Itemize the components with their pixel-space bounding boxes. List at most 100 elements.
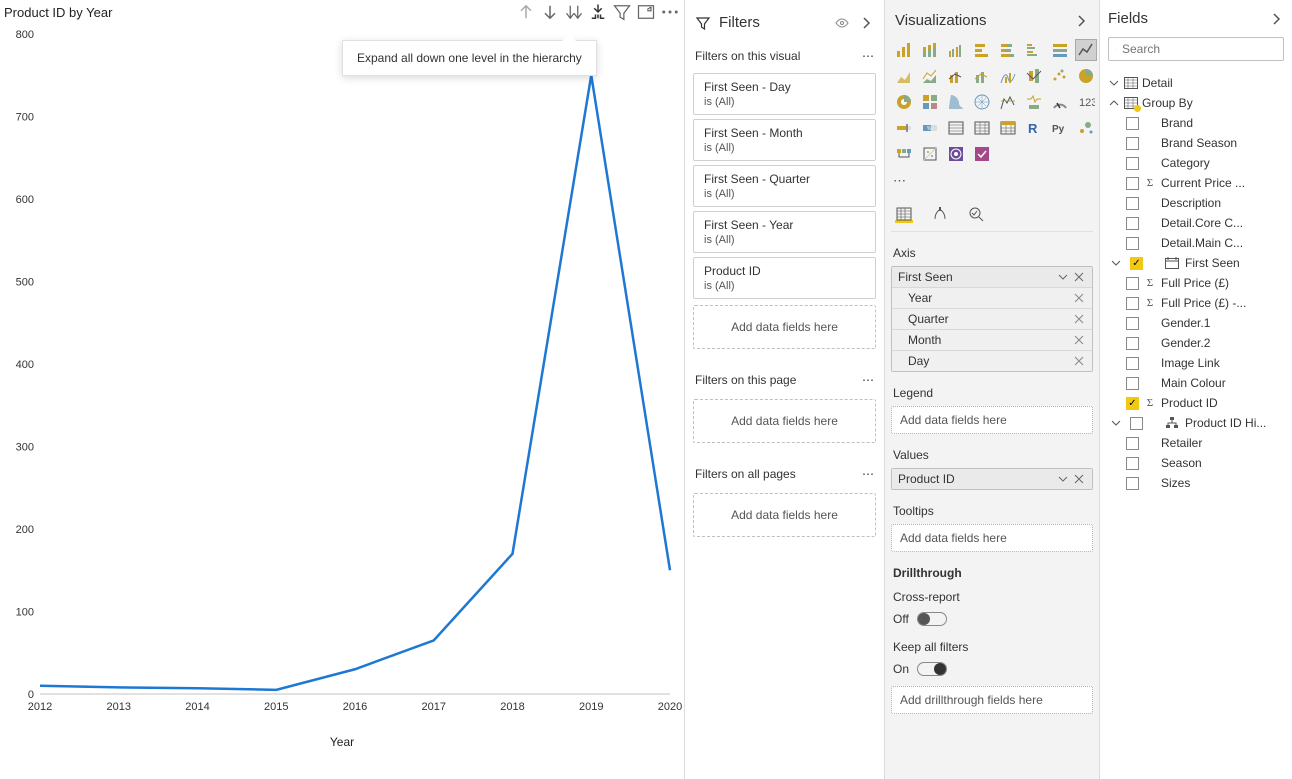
fields-search[interactable]	[1108, 37, 1284, 61]
field-checkbox[interactable]	[1126, 317, 1139, 330]
viz-type-icon[interactable]	[919, 91, 941, 113]
viz-type-icon[interactable]	[919, 39, 941, 61]
drill-up-icon[interactable]	[516, 2, 536, 22]
field-checkbox[interactable]	[1126, 157, 1139, 170]
field-checkbox[interactable]	[1126, 477, 1139, 490]
search-input[interactable]	[1122, 42, 1277, 56]
field-row[interactable]: Brand	[1108, 113, 1284, 133]
viz-type-icon[interactable]	[945, 39, 967, 61]
viz-type-icon[interactable]	[893, 91, 915, 113]
viz-type-icon[interactable]	[997, 117, 1019, 139]
field-row[interactable]: ✓ΣProduct ID	[1108, 393, 1284, 413]
cross-report-toggle[interactable]	[917, 612, 947, 626]
add-visual-filter-drop[interactable]: Add data fields here	[693, 305, 876, 349]
filter-card[interactable]: Product IDis (All)	[693, 257, 876, 299]
field-checkbox[interactable]	[1126, 457, 1139, 470]
table-detail[interactable]: Detail	[1108, 73, 1284, 93]
field-row[interactable]: ΣFull Price (£) -...	[1108, 293, 1284, 313]
field-row[interactable]: Category	[1108, 153, 1284, 173]
field-checkbox[interactable]	[1126, 117, 1139, 130]
field-checkbox[interactable]	[1126, 357, 1139, 370]
chevron-down-icon[interactable]	[1056, 270, 1070, 284]
axis-subitem[interactable]: Month	[892, 330, 1092, 351]
viz-type-icon[interactable]	[971, 117, 993, 139]
values-item-productid[interactable]: Product ID	[892, 469, 1092, 489]
visibility-icon[interactable]	[834, 15, 850, 31]
remove-icon[interactable]	[1072, 312, 1086, 326]
collapse-pane-icon[interactable]	[1268, 11, 1284, 27]
filter-card[interactable]: First Seen - Yearis (All)	[693, 211, 876, 253]
collapse-pane-icon[interactable]	[858, 15, 874, 31]
viz-type-icon[interactable]	[997, 91, 1019, 113]
viz-type-icon[interactable]	[971, 39, 993, 61]
viz-type-icon[interactable]	[1075, 39, 1097, 61]
focus-mode-icon[interactable]	[636, 2, 656, 22]
chart-visual[interactable]: Product ID by Year Expand all down one l…	[0, 0, 685, 779]
field-row[interactable]: Gender.1	[1108, 313, 1284, 333]
field-row[interactable]: Image Link	[1108, 353, 1284, 373]
viz-type-icon[interactable]: R	[1023, 117, 1045, 139]
more-viz-icon[interactable]: ⋯	[891, 169, 1093, 199]
viz-type-icon[interactable]: %	[919, 117, 941, 139]
field-checkbox[interactable]: ✓	[1130, 257, 1143, 270]
field-checkbox[interactable]	[1126, 177, 1139, 190]
field-row[interactable]: Description	[1108, 193, 1284, 213]
field-checkbox[interactable]	[1130, 417, 1143, 430]
field-row[interactable]: Brand Season	[1108, 133, 1284, 153]
viz-type-icon[interactable]	[1049, 65, 1071, 87]
viz-type-icon[interactable]	[945, 91, 967, 113]
viz-type-icon[interactable]	[893, 39, 915, 61]
viz-type-icon[interactable]	[1023, 65, 1045, 87]
viz-type-icon[interactable]	[945, 117, 967, 139]
field-row[interactable]: Product ID Hi...	[1108, 413, 1284, 433]
filter-card[interactable]: First Seen - Quarteris (All)	[693, 165, 876, 207]
filter-icon[interactable]	[612, 2, 632, 22]
analytics-tab-icon[interactable]	[967, 205, 985, 223]
field-row[interactable]: Main Colour	[1108, 373, 1284, 393]
remove-icon[interactable]	[1072, 291, 1086, 305]
filter-card[interactable]: First Seen - Dayis (All)	[693, 73, 876, 115]
field-checkbox[interactable]	[1126, 197, 1139, 210]
field-checkbox[interactable]	[1126, 297, 1139, 310]
values-well[interactable]: Product ID	[891, 468, 1093, 490]
field-row[interactable]: Detail.Core C...	[1108, 213, 1284, 233]
viz-type-icon[interactable]	[1023, 39, 1045, 61]
viz-type-icon[interactable]	[945, 65, 967, 87]
fields-tab-icon[interactable]	[895, 205, 913, 223]
viz-type-icon[interactable]	[971, 65, 993, 87]
field-checkbox[interactable]	[1126, 437, 1139, 450]
viz-type-icon[interactable]	[997, 39, 1019, 61]
add-all-filter-drop[interactable]: Add data fields here	[693, 493, 876, 537]
drill-down-icon[interactable]	[540, 2, 560, 22]
viz-type-icon[interactable]	[945, 143, 967, 165]
axis-well[interactable]: First Seen YearQuarterMonthDay	[891, 266, 1093, 372]
more-icon[interactable]: ⋯	[862, 373, 874, 387]
axis-subitem[interactable]: Quarter	[892, 309, 1092, 330]
expand-all-icon[interactable]	[588, 2, 608, 22]
keep-filters-toggle[interactable]	[917, 662, 947, 676]
remove-icon[interactable]	[1072, 472, 1086, 486]
viz-type-icon[interactable]	[1075, 117, 1097, 139]
remove-icon[interactable]	[1072, 354, 1086, 368]
axis-subitem[interactable]: Year	[892, 288, 1092, 309]
axis-subitem[interactable]: Day	[892, 351, 1092, 371]
viz-type-icon[interactable]	[893, 117, 915, 139]
field-checkbox[interactable]	[1126, 277, 1139, 290]
field-row[interactable]: Sizes	[1108, 473, 1284, 493]
next-level-icon[interactable]	[564, 2, 584, 22]
viz-type-icon[interactable]	[893, 143, 915, 165]
field-row[interactable]: Retailer	[1108, 433, 1284, 453]
more-options-icon[interactable]	[660, 2, 680, 22]
viz-type-icon[interactable]: Py	[1049, 117, 1071, 139]
field-checkbox[interactable]	[1126, 237, 1139, 250]
remove-icon[interactable]	[1072, 333, 1086, 347]
chart-canvas[interactable]: 0100200300400500600700800201220132014201…	[0, 24, 684, 729]
table-groupby[interactable]: Group By	[1108, 93, 1284, 113]
viz-type-icon[interactable]	[1075, 65, 1097, 87]
format-tab-icon[interactable]	[931, 205, 949, 223]
add-page-filter-drop[interactable]: Add data fields here	[693, 399, 876, 443]
viz-type-icon[interactable]	[1023, 91, 1045, 113]
field-checkbox[interactable]	[1126, 137, 1139, 150]
viz-type-icon[interactable]	[997, 65, 1019, 87]
field-row[interactable]: ΣFull Price (£)	[1108, 273, 1284, 293]
